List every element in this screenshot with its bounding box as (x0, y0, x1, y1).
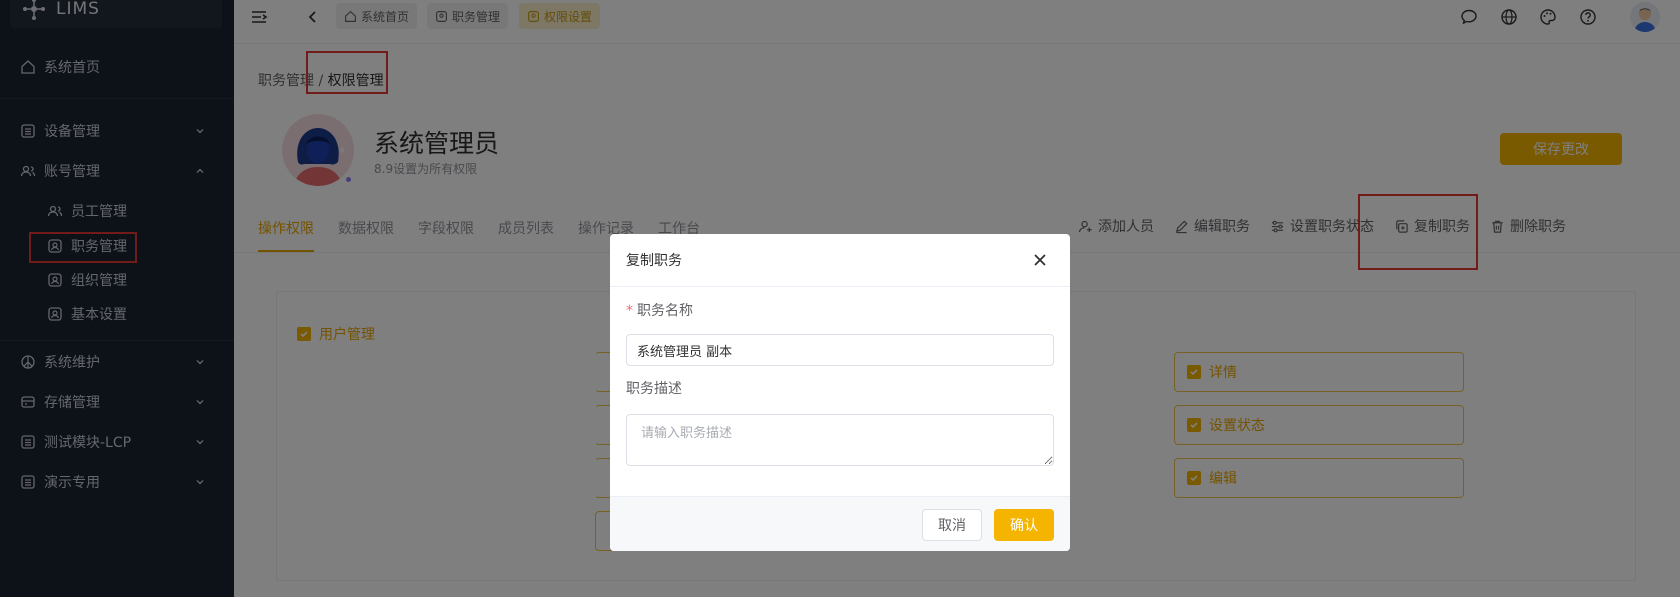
position-name-input[interactable] (626, 334, 1054, 366)
dialog-header: 复制职务 (610, 234, 1070, 287)
position-desc-textarea[interactable] (626, 414, 1054, 466)
label-text: 职务名称 (637, 303, 693, 319)
confirm-button[interactable]: 确认 (994, 509, 1054, 541)
name-field-label: * 职务名称 (626, 300, 693, 320)
close-icon[interactable] (1032, 252, 1048, 268)
copy-position-dialog: 复制职务 *职务名称 职务描述 取消 确认 (610, 234, 1070, 551)
dialog-footer: 取消 确认 (610, 496, 1070, 551)
desc-field-label: 职务描述 (626, 381, 682, 397)
cancel-button[interactable]: 取消 (922, 509, 982, 541)
dialog-title: 复制职务 (626, 253, 682, 269)
required-mark: * (626, 303, 633, 319)
